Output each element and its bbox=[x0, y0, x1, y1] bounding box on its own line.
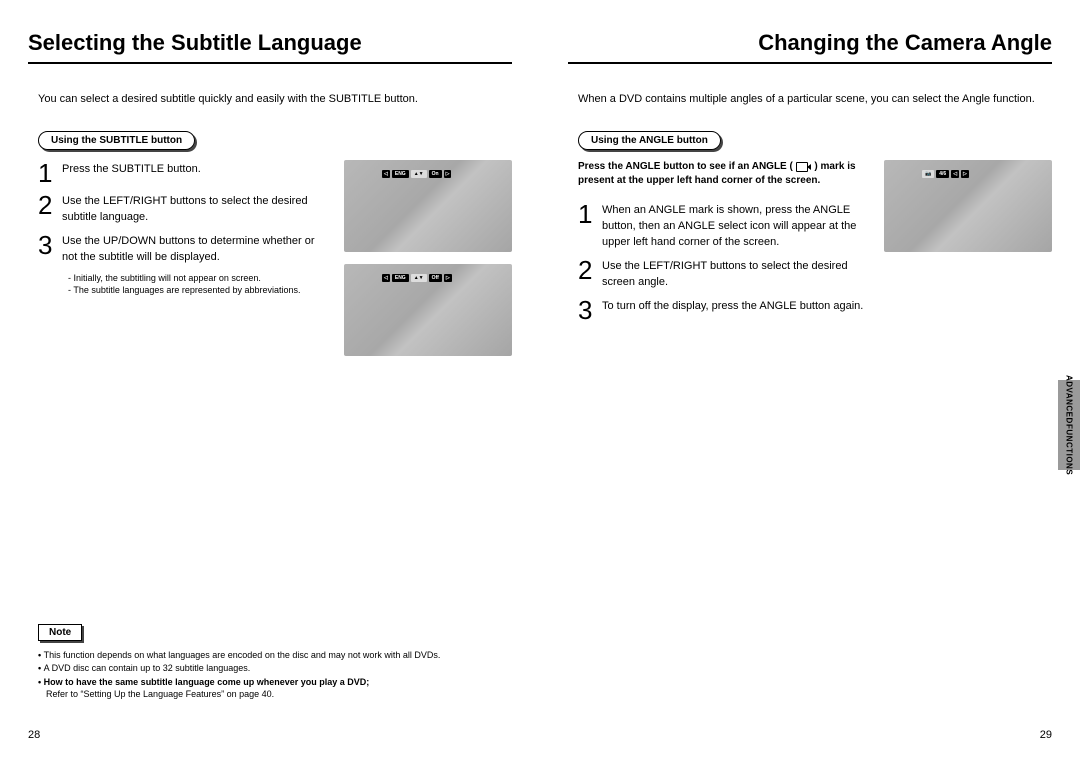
heading-right: Changing the Camera Angle bbox=[568, 30, 1052, 64]
camera-angle-icon: 📷 bbox=[922, 170, 934, 178]
arrow-left-icon: ◁ bbox=[382, 170, 390, 178]
step-text: When an ANGLE mark is shown, press the A… bbox=[602, 201, 870, 251]
step-text: Press the SUBTITLE button. bbox=[62, 160, 330, 186]
note-sub: Refer to “Setting Up the Language Featur… bbox=[38, 689, 512, 699]
step-text: Use the LEFT/RIGHT buttons to select the… bbox=[62, 192, 330, 226]
section-pill-angle: Using the ANGLE button bbox=[578, 131, 721, 150]
step-number: 1 bbox=[38, 160, 56, 186]
intro-right: When a DVD contains multiple angles of a… bbox=[578, 92, 1052, 108]
step-1: 1 When an ANGLE mark is shown, press the… bbox=[578, 201, 870, 251]
page-spread: Selecting the Subtitle Language You can … bbox=[0, 0, 1080, 765]
step-2: 2 Use the LEFT/RIGHT buttons to select t… bbox=[38, 192, 330, 226]
content-row-left: 1 Press the SUBTITLE button. 2 Use the L… bbox=[28, 160, 512, 368]
page-left: Selecting the Subtitle Language You can … bbox=[0, 0, 540, 765]
note-item-bold: How to have the same subtitle language c… bbox=[38, 676, 512, 690]
step-1: 1 Press the SUBTITLE button. bbox=[38, 160, 330, 186]
step-2: 2 Use the LEFT/RIGHT buttons to select t… bbox=[578, 257, 870, 291]
side-tab-advanced-functions: ADVANCED FUNCTIONS bbox=[1058, 380, 1080, 470]
heading-left: Selecting the Subtitle Language bbox=[28, 30, 512, 64]
angle-bold-instruction: Press the ANGLE button to see if an ANGL… bbox=[578, 160, 858, 189]
step-number: 3 bbox=[38, 232, 56, 266]
tv-screenshot-off: ◁ ENG ▲▼ Off ▷ bbox=[344, 264, 512, 356]
osd-subtitle-on: ◁ ENG ▲▼ On ▷ bbox=[382, 170, 451, 178]
osd-angle-value: 4/6 bbox=[936, 170, 949, 178]
bold-pre: Press the ANGLE button to see if an ANGL… bbox=[578, 161, 793, 172]
step-text: Use the LEFT/RIGHT buttons to select the… bbox=[602, 257, 870, 291]
screenshots-left: ◁ ENG ▲▼ On ▷ ◁ ENG ▲▼ Off ▷ bbox=[344, 160, 512, 368]
screenshots-right: 📷 4/6 ◁ ▷ bbox=[884, 160, 1052, 329]
page-right: Changing the Camera Angle When a DVD con… bbox=[540, 0, 1080, 765]
arrow-up-down-icon: ▲▼ bbox=[411, 170, 427, 178]
osd-lang: ENG bbox=[392, 274, 409, 282]
steps-left: 1 Press the SUBTITLE button. 2 Use the L… bbox=[38, 160, 330, 368]
steps-right: Press the ANGLE button to see if an ANGL… bbox=[578, 160, 870, 329]
step-text: Use the UP/DOWN buttons to determine whe… bbox=[62, 232, 330, 266]
osd-state: On bbox=[429, 170, 442, 178]
tv-screenshot-angle: 📷 4/6 ◁ ▷ bbox=[884, 160, 1052, 252]
tab-line-1: ADVANCED bbox=[1065, 375, 1074, 424]
step-number: 1 bbox=[578, 201, 596, 251]
step-text: To turn off the display, press the ANGLE… bbox=[602, 297, 870, 323]
step-number: 2 bbox=[38, 192, 56, 226]
osd-angle: 📷 4/6 ◁ ▷ bbox=[922, 170, 969, 178]
note-list: This function depends on what languages … bbox=[38, 649, 512, 690]
content-row-right: Press the ANGLE button to see if an ANGL… bbox=[568, 160, 1052, 329]
page-number-right: 29 bbox=[1040, 729, 1052, 741]
osd-subtitle-off: ◁ ENG ▲▼ Off ▷ bbox=[382, 274, 452, 282]
note-item: This function depends on what languages … bbox=[38, 649, 512, 663]
camera-angle-icon bbox=[796, 161, 812, 171]
step-3: 3 Use the UP/DOWN buttons to determine w… bbox=[38, 232, 330, 266]
step-number: 2 bbox=[578, 257, 596, 291]
arrow-right-icon: ▷ bbox=[961, 170, 969, 178]
bullet: The subtitle languages are represented b… bbox=[68, 284, 330, 297]
notes-block: Note This function depends on what langu… bbox=[38, 622, 512, 700]
page-number-left: 28 bbox=[28, 729, 40, 741]
tv-screenshot-on: ◁ ENG ▲▼ On ▷ bbox=[344, 160, 512, 252]
arrow-up-down-icon: ▲▼ bbox=[411, 274, 427, 282]
arrow-left-icon: ◁ bbox=[951, 170, 959, 178]
sub-bullets: Initially, the subtitling will not appea… bbox=[68, 272, 330, 297]
note-item: A DVD disc can contain up to 32 subtitle… bbox=[38, 662, 512, 676]
section-pill-subtitle: Using the SUBTITLE button bbox=[38, 131, 195, 150]
step-number: 3 bbox=[578, 297, 596, 323]
bullet: Initially, the subtitling will not appea… bbox=[68, 272, 330, 285]
arrow-left-icon: ◁ bbox=[382, 274, 390, 282]
tab-line-2: FUNCTIONS bbox=[1065, 424, 1074, 475]
osd-state: Off bbox=[429, 274, 442, 282]
arrow-right-icon: ▷ bbox=[444, 274, 452, 282]
note-label: Note bbox=[38, 624, 82, 641]
step-3: 3 To turn off the display, press the ANG… bbox=[578, 297, 870, 323]
osd-lang: ENG bbox=[392, 170, 409, 178]
intro-left: You can select a desired subtitle quickl… bbox=[38, 92, 512, 108]
arrow-right-icon: ▷ bbox=[444, 170, 452, 178]
